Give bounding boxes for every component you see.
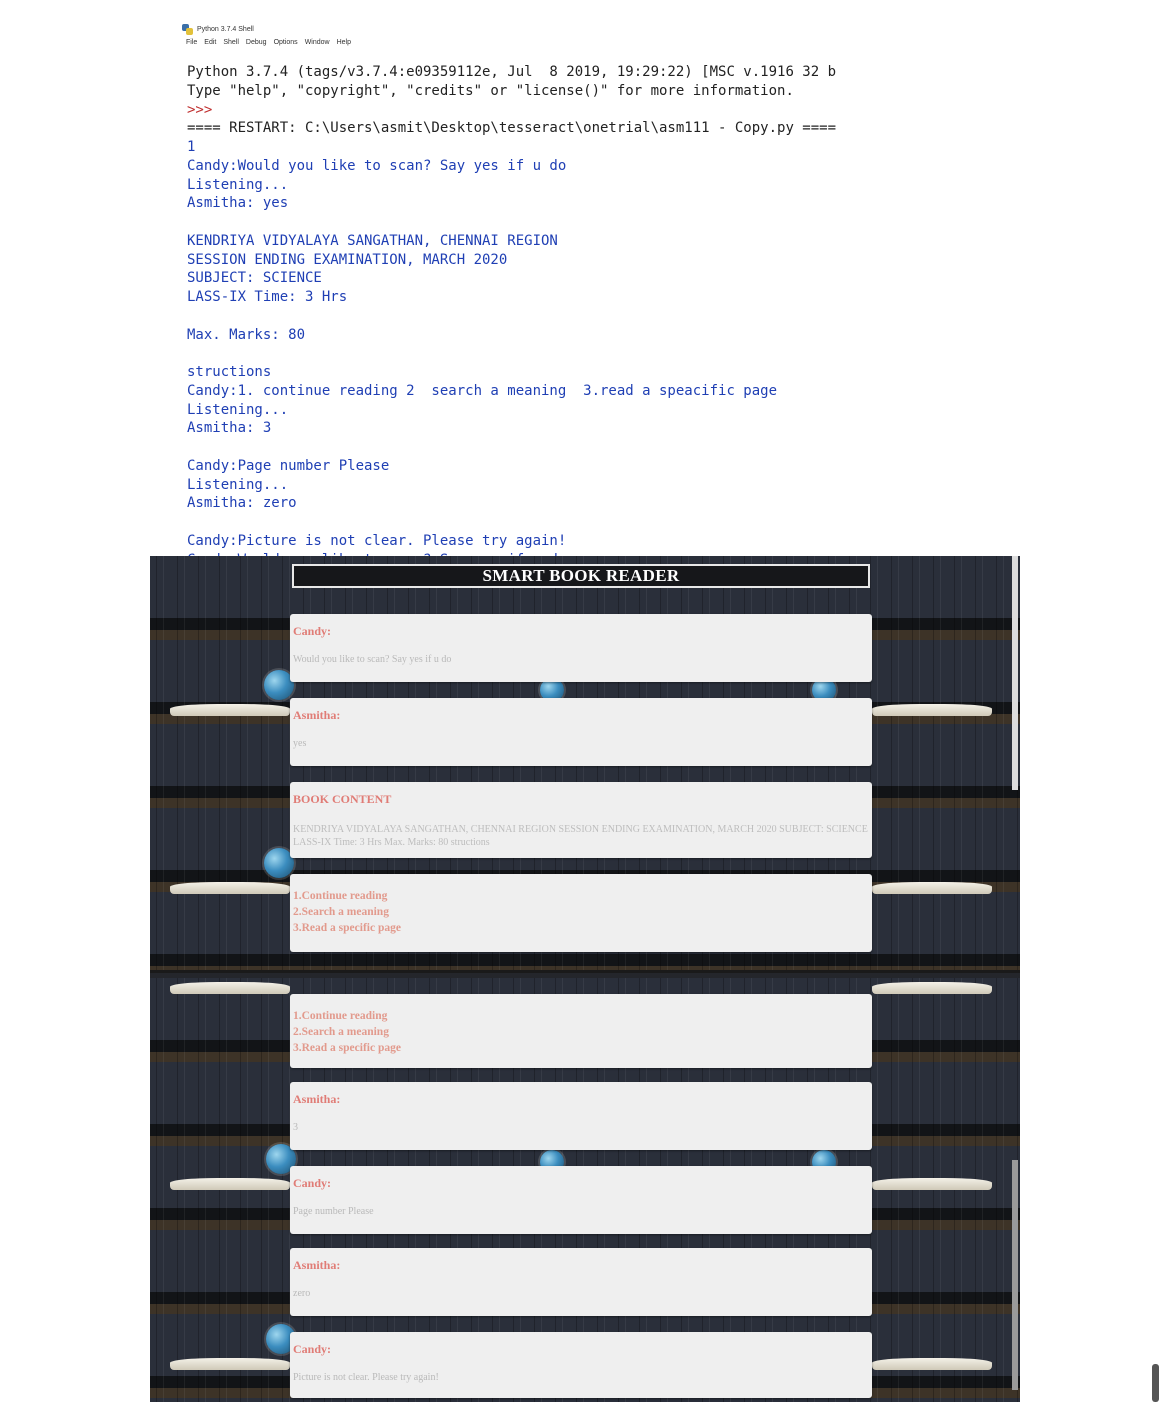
reader-header: SMART BOOK READER (292, 564, 870, 588)
shell-line: 1 (187, 139, 196, 155)
menu-options[interactable]: Options (274, 39, 298, 46)
shell-line: Asmitha: zero (187, 495, 297, 512)
speaker-name: Asmitha: (293, 1092, 341, 1106)
open-book-icon (170, 982, 290, 994)
shell-line: KENDRIYA VIDYALAYA SANGATHAN, CHENNAI RE… (187, 232, 558, 249)
chat-message: yes (293, 738, 307, 749)
shell-titlebar: Python 3.7.4 Shell (182, 22, 254, 36)
shell-line: Candy:1. continue reading 2 search a mea… (187, 382, 778, 399)
shell-line: Python 3.7.4 (tags/v3.7.4:e09359112e, Ju… (187, 64, 837, 80)
shell-line: LASS-IX Time: 3 Hrs (187, 289, 348, 305)
shell-line: Listening... (187, 401, 289, 418)
shell-line: Type "help", "copyright", "credits" or "… (187, 82, 794, 99)
open-book-icon (872, 1358, 992, 1370)
open-book-icon (170, 1178, 290, 1190)
chat-card-user: Asmitha: 3 (290, 1082, 872, 1150)
reader-screenshot-top: SMART BOOK READER Candy: Would you like … (150, 556, 1020, 970)
open-book-icon (170, 704, 290, 716)
shell-line: Listening... (187, 176, 289, 193)
reader-screenshot-bottom: 1.Continue reading 2.Search a meaning 3.… (150, 978, 1020, 1402)
open-book-icon (872, 882, 992, 894)
shell-line: Max. Marks: 80 (187, 326, 306, 343)
option-read-specific-page[interactable]: 3.Read a specific page (293, 1040, 868, 1056)
menu-file[interactable]: File (186, 39, 197, 46)
option-continue-reading[interactable]: 1.Continue reading (293, 888, 868, 904)
chat-message: zero (293, 1288, 311, 1299)
shell-line: SESSION ENDING EXAMINATION, MARCH 2020 (187, 251, 508, 268)
book-content-heading: BOOK CONTENT (293, 792, 392, 806)
chat-card-candy: Candy: Picture is not clear. Please try … (290, 1332, 872, 1398)
menu-edit[interactable]: Edit (204, 39, 216, 46)
option-search-meaning[interactable]: 2.Search a meaning (293, 904, 868, 920)
options-menu-card: 1.Continue reading 2.Search a meaning 3.… (290, 874, 872, 952)
open-book-icon (872, 982, 992, 994)
menu-debug[interactable]: Debug (246, 39, 267, 46)
option-continue-reading[interactable]: 1.Continue reading (293, 1008, 868, 1024)
shell-line: Candy:Page number Please (187, 457, 390, 474)
speaker-name: Asmitha: (293, 708, 341, 722)
reader-title: SMART BOOK READER (482, 566, 680, 585)
menu-help[interactable]: Help (337, 39, 351, 46)
speaker-name: Candy: (293, 624, 332, 638)
shell-line: SUBJECT: SCIENCE (187, 270, 322, 287)
shell-line: Asmitha: yes (187, 195, 289, 212)
open-book-icon (872, 1178, 992, 1190)
chat-message: Would you like to scan? Say yes if u do (293, 654, 452, 665)
shell-menubar: File Edit Shell Debug Options Window Hel… (186, 39, 351, 46)
idle-shell-window: Python 3.7.4 (tags/v3.7.4:e09359112e, Ju… (182, 18, 922, 556)
chat-card-candy: Candy: Would you like to scan? Say yes i… (290, 614, 872, 682)
page-scrollbar-thumb[interactable] (1152, 1364, 1159, 1402)
speaker-name: Candy: (293, 1342, 332, 1356)
scrollbar-track[interactable] (1012, 556, 1018, 790)
shell-line: structions (187, 364, 272, 380)
chat-card-user: Asmitha: yes (290, 698, 872, 766)
speaker-name: Asmitha: (293, 1258, 341, 1272)
menu-shell[interactable]: Shell (223, 39, 239, 46)
book-content-text: KENDRIYA VIDYALAYA SANGATHAN, CHENNAI RE… (293, 824, 868, 848)
shell-line: >>> (187, 101, 213, 118)
shell-line: Candy:Would you like to scan? Say yes if… (187, 157, 567, 174)
options-menu-card: 1.Continue reading 2.Search a meaning 3.… (290, 994, 872, 1068)
screenshot-divider (150, 970, 1020, 978)
chat-message: Picture is not clear. Please try again! (293, 1372, 439, 1383)
chat-card-user: Asmitha: zero (290, 1248, 872, 1316)
menu-window[interactable]: Window (305, 39, 330, 46)
chat-message: Page number Please (293, 1206, 374, 1217)
scrollbar-track[interactable] (1012, 1160, 1018, 1390)
shell-window-title: Python 3.7.4 Shell (197, 25, 254, 33)
option-search-meaning[interactable]: 2.Search a meaning (293, 1024, 868, 1040)
option-read-specific-page[interactable]: 3.Read a specific page (293, 920, 868, 936)
open-book-icon (170, 882, 290, 894)
chat-card-candy: Candy: Page number Please (290, 1166, 872, 1234)
python-icon (182, 23, 193, 35)
open-book-icon (170, 1358, 290, 1370)
shell-line: Listening... (187, 476, 289, 493)
speaker-name: Candy: (293, 1176, 332, 1190)
shell-line: Candy:Picture is not clear. Please try a… (187, 532, 567, 549)
shell-line: ==== RESTART: C:\Users\asmit\Desktop\tes… (187, 120, 837, 137)
open-book-icon (872, 704, 992, 716)
book-content-card: BOOK CONTENT KENDRIYA VIDYALAYA SANGATHA… (290, 782, 872, 858)
chat-message: 3 (293, 1122, 298, 1133)
shell-line: Asmitha: 3 (187, 420, 272, 437)
